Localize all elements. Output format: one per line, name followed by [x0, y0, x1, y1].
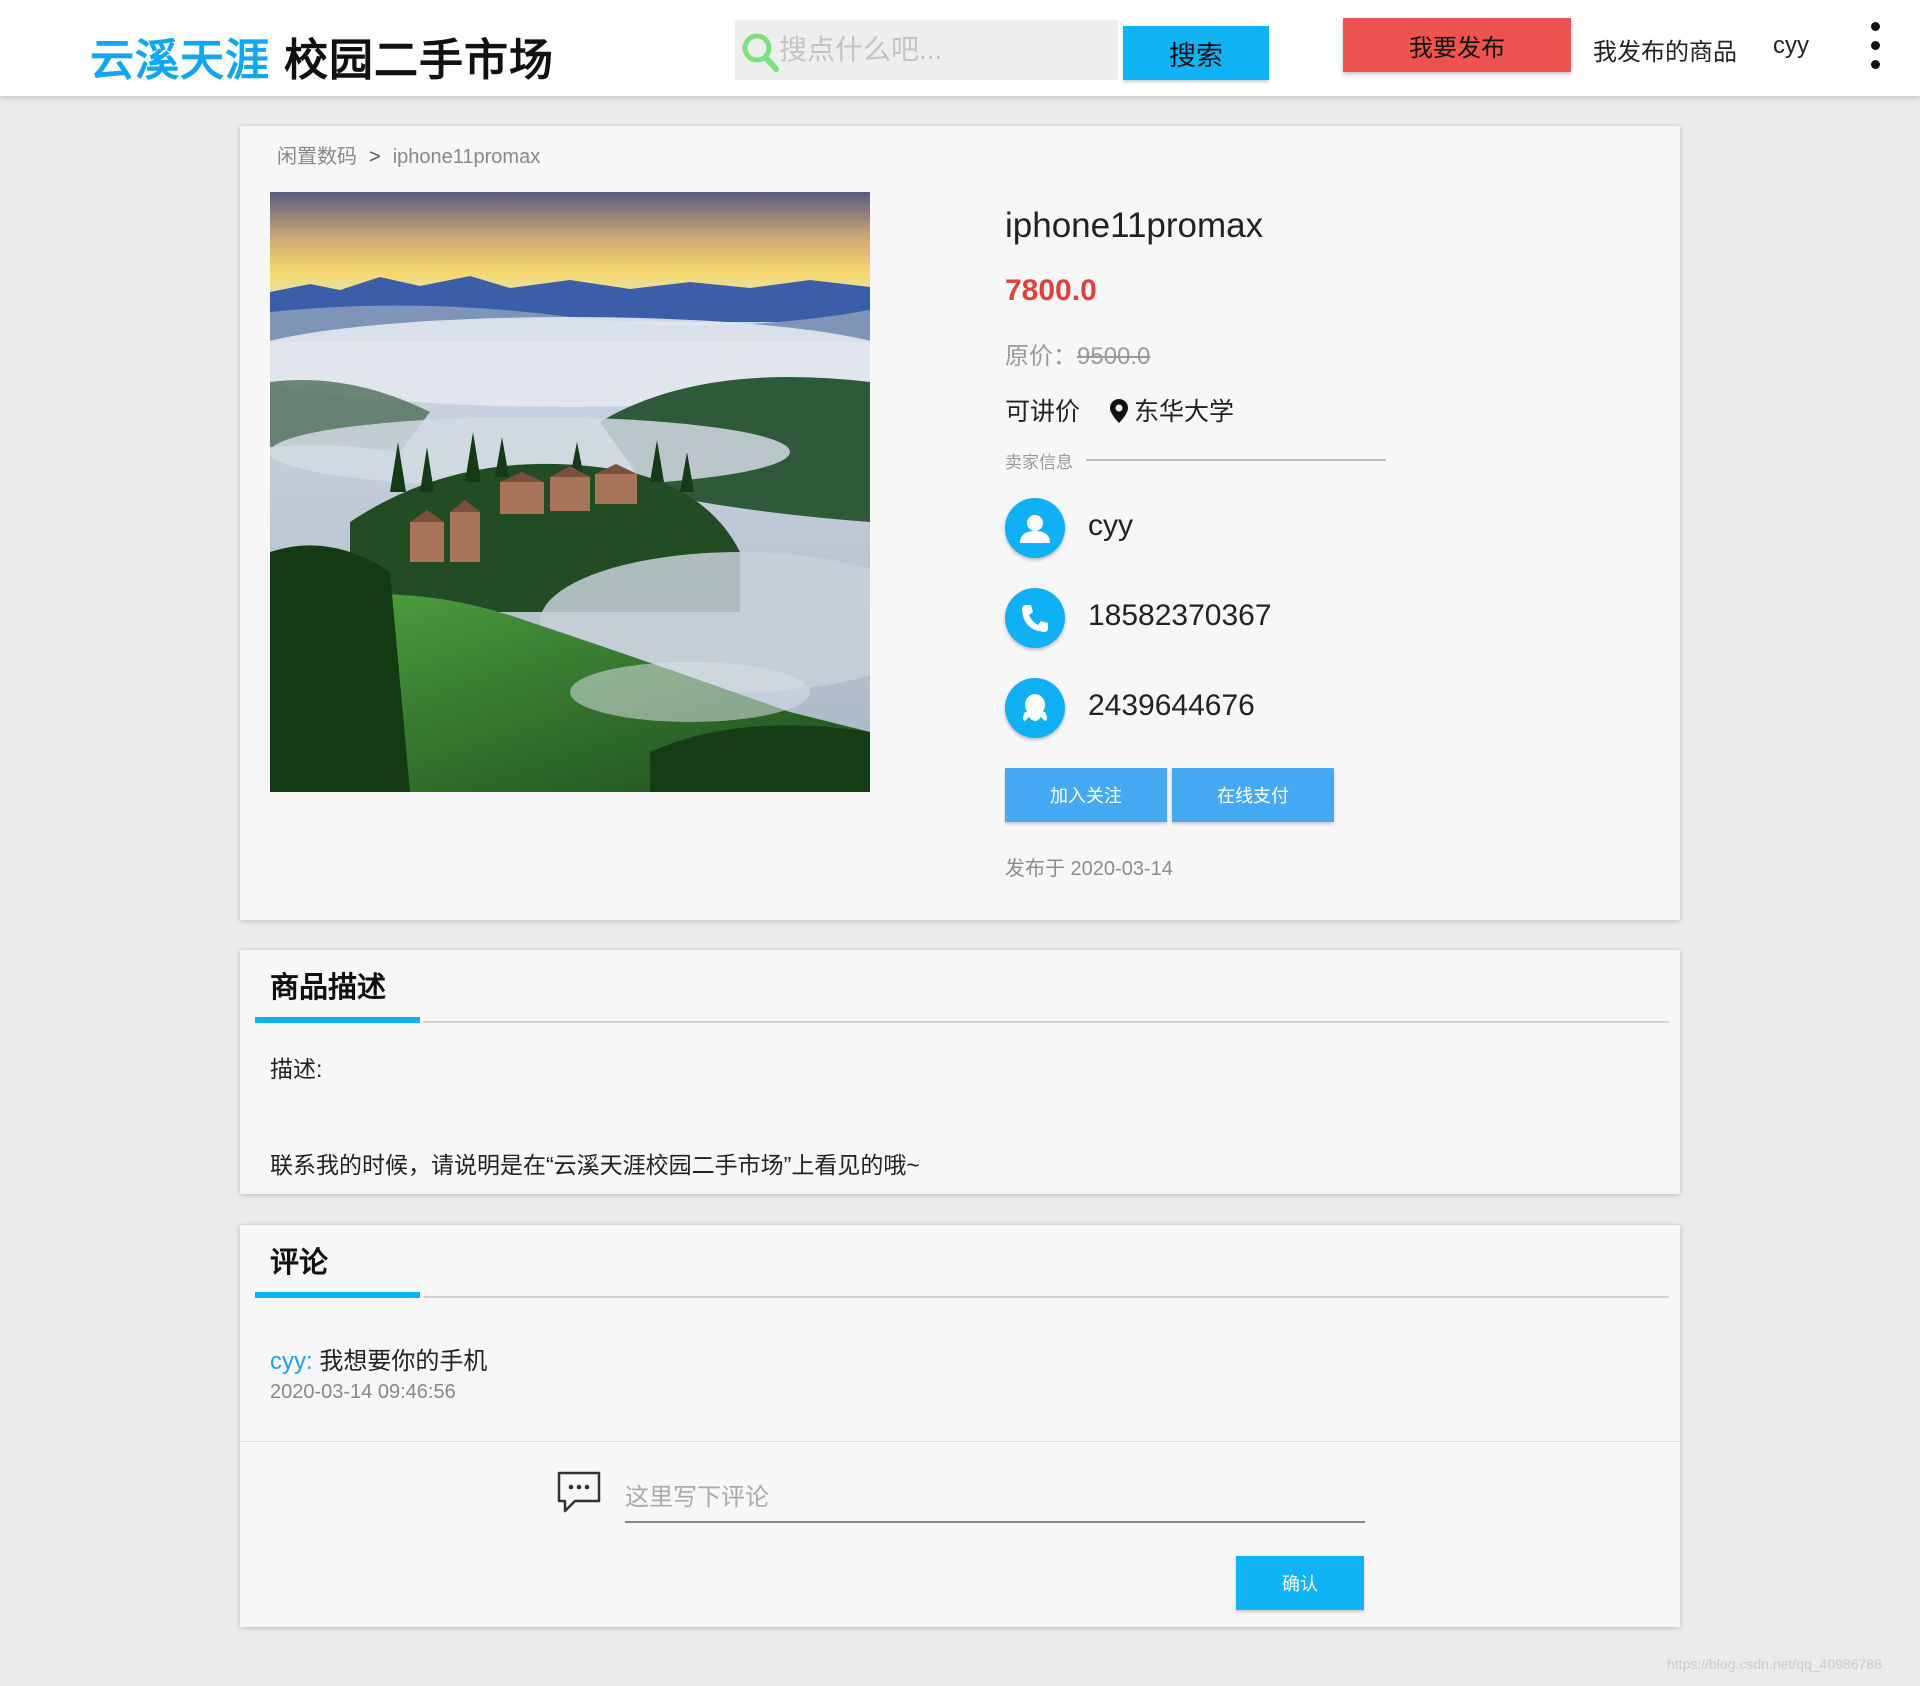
comment-text: 我想要你的手机: [312, 1348, 488, 1375]
publish-date: 发布于 2020-03-14: [1005, 858, 1173, 880]
original-price: 原价：9500.0: [1005, 336, 1150, 371]
description-label: 描述:: [270, 1056, 323, 1082]
comments-divider: [423, 1296, 1669, 1298]
seller-qq-row: 2439644676: [1005, 678, 1405, 738]
user-avatar-icon: [1005, 498, 1065, 558]
search-box: [735, 20, 1118, 80]
description-card: 商品描述 描述: 联系我的时候，请说明是在“云溪天涯校园二手市场”上看见的哦~: [240, 950, 1680, 1194]
seller-qq: 2439644676: [1088, 689, 1255, 722]
follow-button[interactable]: 加入关注: [1005, 768, 1167, 822]
online-pay-button[interactable]: 在线支付: [1172, 768, 1334, 822]
breadcrumb-separator: >: [369, 146, 381, 168]
negotiable-tag: 可讲价: [1005, 398, 1081, 426]
search-input[interactable]: [779, 20, 1114, 80]
top-header: 云溪天涯校园二手市场 搜索 我要发布 我发布的商品 cyy: [0, 0, 1920, 96]
product-price: 7800.0: [1005, 274, 1097, 307]
comment-item: cyy: 我想要你的手机: [270, 1341, 487, 1376]
user-menu-link[interactable]: cyy: [1773, 32, 1809, 60]
comments-tab-underline: [255, 1292, 420, 1298]
original-price-value: 9500.0: [1077, 343, 1151, 370]
comment-input[interactable]: [625, 1475, 1365, 1523]
logo-title: 校园二手市场: [284, 36, 554, 85]
original-price-label: 原价：: [1005, 343, 1077, 370]
confirm-comment-button[interactable]: 确认: [1236, 1556, 1364, 1610]
phone-icon: [1005, 588, 1065, 648]
description-divider: [423, 1021, 1669, 1023]
seller-name-row: cyy: [1005, 498, 1405, 558]
product-location: 东华大学: [1110, 392, 1234, 428]
my-goods-link[interactable]: 我发布的商品: [1593, 32, 1737, 67]
seller-name: cyy: [1088, 509, 1133, 542]
breadcrumb-category[interactable]: 闲置数码: [277, 146, 357, 168]
comment-bubble-icon: [557, 1471, 601, 1513]
product-title: iphone11promax: [1005, 206, 1264, 245]
site-logo[interactable]: 云溪天涯 校园二手市场: [90, 24, 554, 88]
location-text: 东华大学: [1134, 398, 1235, 426]
watermark: https://blog.csdn.net/qq_40986788: [1667, 1656, 1882, 1672]
search-button[interactable]: 搜索: [1123, 26, 1269, 80]
seller-phone-row: 18582370367: [1005, 588, 1405, 648]
comment-section-divider: [240, 1441, 1680, 1442]
more-vertical-icon[interactable]: [1866, 22, 1884, 74]
description-title: 商品描述: [270, 972, 387, 1004]
comments-card: 评论 cyy: 我想要你的手机 2020-03-14 09:46:56 确认: [240, 1225, 1680, 1627]
seller-phone: 18582370367: [1088, 599, 1272, 632]
seller-info-header: 卖家信息: [1005, 453, 1073, 472]
comment-author[interactable]: cyy:: [270, 1348, 313, 1375]
seller-info-divider: [1086, 459, 1386, 461]
search-icon: [742, 33, 779, 72]
product-detail-card: 闲置数码 > iphone11promax iphone11promax 780…: [240, 126, 1680, 920]
logo-brand: 云溪天涯: [90, 36, 270, 85]
description-tab-underline: [255, 1017, 420, 1023]
location-pin-icon: [1110, 399, 1128, 423]
breadcrumb: 闲置数码 > iphone11promax: [277, 140, 540, 169]
comments-title: 评论: [270, 1247, 329, 1279]
publish-button[interactable]: 我要发布: [1343, 18, 1571, 72]
qq-icon: [1005, 678, 1065, 738]
breadcrumb-current: iphone11promax: [392, 146, 541, 168]
comment-time: 2020-03-14 09:46:56: [270, 1381, 456, 1403]
product-image: [270, 192, 870, 792]
description-note: 联系我的时候，请说明是在“云溪天涯校园二手市场”上看见的哦~: [270, 1152, 920, 1178]
